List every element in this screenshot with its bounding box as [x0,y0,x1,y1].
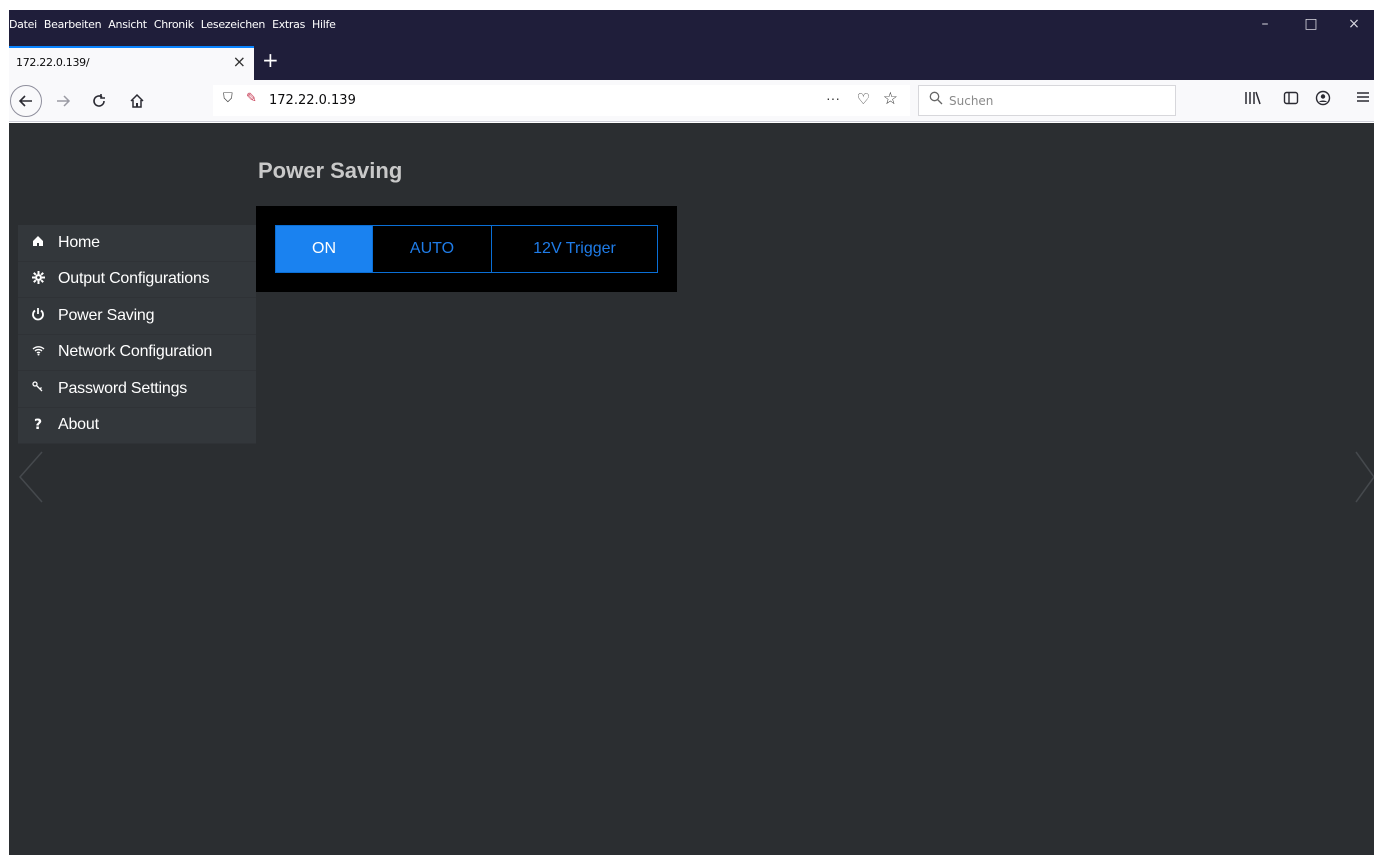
sidebar-item-label: Output Configurations [58,270,210,288]
sidebar-item-about[interactable]: ? About [18,407,256,444]
power-mode-on-button[interactable]: ON [276,226,373,272]
menu-lesezeichen[interactable]: Lesezeichen [201,18,266,31]
back-button[interactable] [10,85,42,117]
url-bar[interactable]: ⛉ ✎ 172.22.0.139 ··· ♡ ☆ [213,85,910,116]
sidebar-item-power-saving[interactable]: Power Saving [18,298,256,335]
gear-icon [18,270,58,288]
maximize-button[interactable]: □ [1288,10,1334,38]
power-mode-auto-button[interactable]: AUTO [373,226,492,272]
sidebar-item-network-configuration[interactable]: Network Configuration [18,334,256,371]
sidebar-toggle-icon[interactable] [1283,90,1299,110]
search-icon [929,91,943,108]
forward-arrow-icon [57,95,71,107]
bookmark-star-icon[interactable]: ☆ [883,89,898,109]
menu-bearbeiten[interactable]: Bearbeiten [44,18,102,31]
minimize-button[interactable]: – [1242,10,1288,38]
sidebar-item-label: Network Configuration [58,343,213,361]
account-icon[interactable] [1315,90,1331,110]
menu-extras[interactable]: Extras [272,18,305,31]
library-icon[interactable] [1244,90,1262,110]
reload-icon [93,94,105,107]
home-button[interactable] [122,87,152,115]
question-icon: ? [33,417,43,434]
reload-button[interactable] [84,87,114,115]
wifi-icon [18,345,58,360]
sidebar-item-label: Power Saving [58,306,155,324]
power-mode-12v-trigger-button[interactable]: 12V Trigger [492,226,657,272]
tab-active[interactable]: 172.22.0.139/ × [9,46,254,80]
home-icon [130,93,144,108]
key-icon [18,381,58,397]
sidebar-item-password-settings[interactable]: Password Settings [18,371,256,408]
sidebar-nav: Home Output Configurations Power Saving … [18,225,256,444]
insecure-lock-icon[interactable]: ✎ [246,91,257,106]
forward-button[interactable] [48,87,78,115]
power-icon [18,307,58,325]
carousel-prev-icon[interactable] [16,450,46,505]
tab-close-icon[interactable]: × [233,52,246,71]
sidebar-item-label: Password Settings [58,379,188,397]
home-icon [18,235,58,251]
menu-hamburger-icon[interactable] [1356,90,1370,108]
menu-ansicht[interactable]: Ansicht [108,18,147,31]
close-window-button[interactable]: × [1334,10,1374,38]
sidebar-item-label: About [58,416,99,434]
pocket-icon[interactable]: ♡ [857,90,870,108]
page-actions-icon[interactable]: ··· [826,90,840,106]
menu-hilfe[interactable]: Hilfe [312,18,336,31]
tab-title: 172.22.0.139/ [16,56,90,69]
url-text[interactable]: 172.22.0.139 [269,93,356,108]
search-placeholder: Suchen [949,94,994,108]
tracking-shield-icon[interactable]: ⛉ [223,91,233,106]
page-title: Power Saving [258,158,403,183]
carousel-next-icon[interactable] [1346,450,1374,505]
menu-chronik[interactable]: Chronik [154,18,194,31]
search-input[interactable]: Suchen [918,85,1176,116]
back-arrow-icon [18,95,32,107]
menu-datei[interactable]: Datei [9,18,37,31]
power-mode-selector: ON AUTO 12V Trigger [275,225,658,273]
new-tab-button[interactable]: + [262,48,279,72]
sidebar-item-label: Home [58,233,100,251]
sidebar-item-output-configurations[interactable]: Output Configurations [18,261,256,298]
sidebar-item-home[interactable]: Home [18,225,256,262]
menu-bar: Datei Bearbeiten Ansicht Chronik Lesezei… [9,10,343,38]
